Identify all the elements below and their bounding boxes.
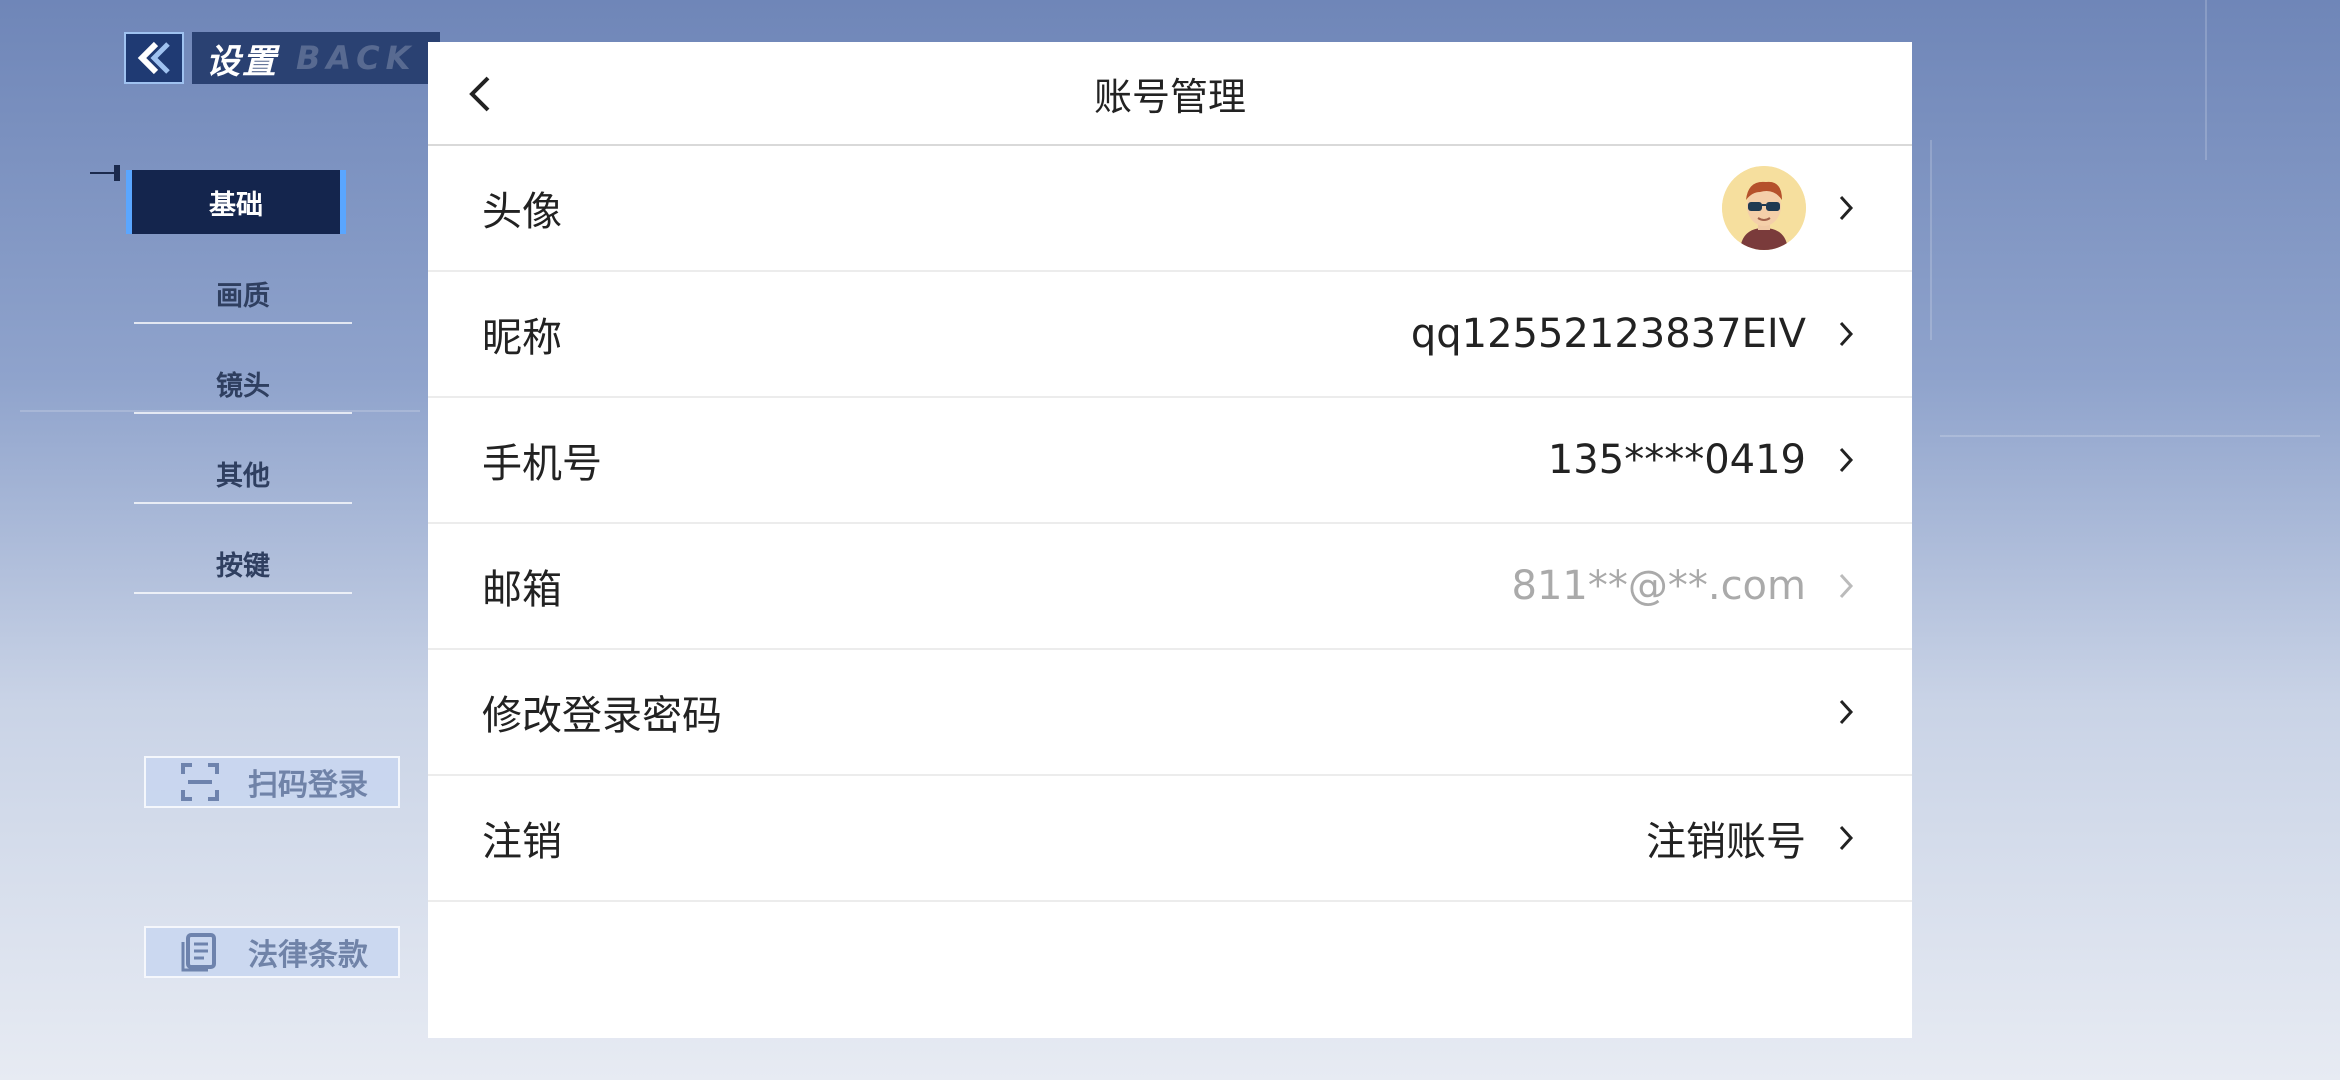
- menu-item-label: 画质: [216, 280, 270, 312]
- chevron-right-icon: [1832, 824, 1860, 852]
- scan-login-label: 扫码登录: [248, 768, 368, 803]
- deregister-value: 注销账号: [1646, 819, 1806, 865]
- phone-value: 135****0419: [1547, 437, 1806, 483]
- settings-header: 设置 BACK: [124, 32, 440, 84]
- legal-terms-button[interactable]: 法律条款: [144, 926, 400, 978]
- chevron-right-icon: [1832, 572, 1860, 600]
- chevron-right-icon: [1832, 194, 1860, 222]
- panel-back-button[interactable]: [458, 72, 502, 116]
- settings-menu: 基础 画质 镜头 其他 按键: [90, 170, 360, 624]
- settings-title: 设置: [206, 41, 278, 82]
- document-icon: [180, 932, 220, 972]
- panel-title: 账号管理: [1093, 74, 1246, 119]
- row-label: 昵称: [482, 315, 562, 361]
- row-label: 注销: [482, 819, 562, 865]
- row-change-password[interactable]: 修改登录密码: [428, 650, 1912, 776]
- row-avatar[interactable]: 头像: [428, 146, 1912, 272]
- menu-item-other[interactable]: 其他: [134, 444, 352, 504]
- row-label: 修改登录密码: [482, 693, 722, 739]
- row-email[interactable]: 邮箱 811**@**.com: [428, 524, 1912, 650]
- chevron-left-icon: [469, 76, 490, 112]
- row-nickname[interactable]: 昵称 qq12552123837EIV: [428, 272, 1912, 398]
- panel-header: 账号管理: [428, 42, 1912, 146]
- row-deregister[interactable]: 注销 注销账号: [428, 776, 1912, 902]
- scan-icon: [180, 762, 220, 802]
- chevron-right-icon: [1832, 698, 1860, 726]
- menu-item-label: 镜头: [216, 370, 270, 402]
- scan-login-button[interactable]: 扫码登录: [144, 756, 400, 808]
- row-label: 头像: [482, 189, 562, 235]
- double-chevron-left-icon: [137, 41, 170, 75]
- chevron-right-icon: [1832, 320, 1860, 348]
- menu-item-label: 基础: [209, 189, 263, 221]
- row-label: 邮箱: [482, 567, 562, 613]
- chevron-right-icon: [1832, 446, 1860, 474]
- menu-item-basic[interactable]: 基础: [126, 170, 346, 234]
- menu-item-camera[interactable]: 镜头: [134, 354, 352, 414]
- avatar: [1722, 166, 1806, 250]
- menu-item-label: 按键: [216, 550, 270, 582]
- menu-item-keys[interactable]: 按键: [134, 534, 352, 594]
- settings-title-block: 设置 BACK: [192, 32, 440, 84]
- account-management-panel: 账号管理 头像 昵称 qq12552123837EIV 手机号 135****0…: [428, 42, 1912, 1038]
- row-phone[interactable]: 手机号 135****0419: [428, 398, 1912, 524]
- back-watermark: BACK: [296, 39, 417, 77]
- email-value: 811**@**.com: [1511, 563, 1807, 609]
- menu-item-graphics[interactable]: 画质: [134, 264, 352, 324]
- menu-item-label: 其他: [216, 460, 270, 492]
- row-label: 手机号: [482, 441, 602, 487]
- back-button[interactable]: [124, 32, 184, 84]
- nickname-value: qq12552123837EIV: [1410, 311, 1806, 357]
- legal-terms-label: 法律条款: [248, 938, 368, 973]
- active-menu-marker: [90, 165, 120, 181]
